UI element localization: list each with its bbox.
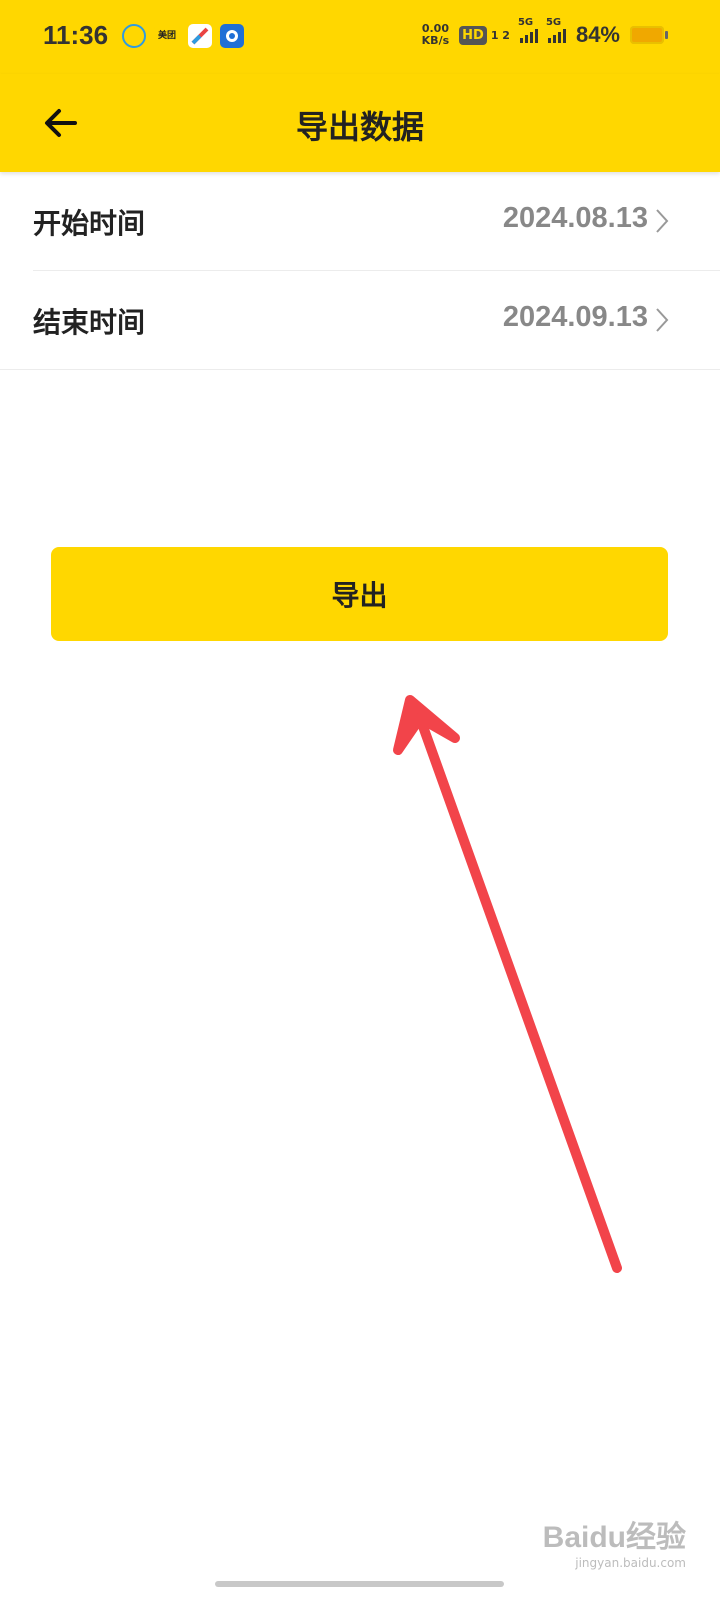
export-button-label: 导出 [331, 579, 388, 612]
status-time: 11:36 [43, 20, 109, 50]
battery-icon [630, 26, 668, 44]
signal-icon-2: 5G [546, 17, 566, 43]
page-title: 导出数据 [295, 108, 424, 146]
start-time-label: 开始时间 [33, 207, 146, 240]
chevron-right-icon [656, 308, 669, 332]
export-button[interactable]: 导出 [51, 547, 668, 641]
start-time-value: 2024.08.13 [502, 202, 648, 234]
chevron-right-icon [656, 209, 669, 233]
meituan-icon: 美团 [154, 24, 180, 48]
end-time-row[interactable]: 结束时间 2024.09.13 [0, 271, 720, 370]
hd-badge: HD [459, 25, 487, 45]
signal-icon: 5G [518, 17, 538, 43]
network-speed: 0.00 KB/s [421, 22, 450, 47]
app-icon [220, 24, 244, 48]
start-time-row[interactable]: 开始时间 2024.08.13 [33, 172, 720, 271]
home-indicator[interactable] [215, 1581, 504, 1587]
end-time-label: 结束时间 [33, 306, 146, 339]
battery-percent: 84% [575, 22, 620, 47]
watermark-main: Baidu经验 [542, 1521, 686, 1554]
date-range-list: 开始时间 2024.08.13 结束时间 2024.09.13 [0, 172, 720, 370]
status-bar: 11:36 美团 0.00 KB/s HD 1 2 5G 5G 84% [0, 0, 720, 74]
weather-icon [122, 24, 146, 48]
end-time-value: 2024.09.13 [502, 301, 648, 333]
status-indicators: 0.00 KB/s HD 1 2 5G 5G 84% [421, 17, 668, 48]
watermark-sub: jingyan.baidu.com [575, 1556, 686, 1570]
hd-sub: 1 2 [490, 28, 510, 42]
notification-icons: 美团 [122, 24, 244, 48]
watermark: Baidu经验 jingyan.baidu.com [543, 1512, 686, 1570]
app-header: 导出数据 [0, 74, 720, 172]
compass-icon [188, 24, 212, 48]
screen: 11:36 美团 0.00 KB/s HD 1 2 5G 5G 84% 导出数据… [0, 0, 720, 1600]
